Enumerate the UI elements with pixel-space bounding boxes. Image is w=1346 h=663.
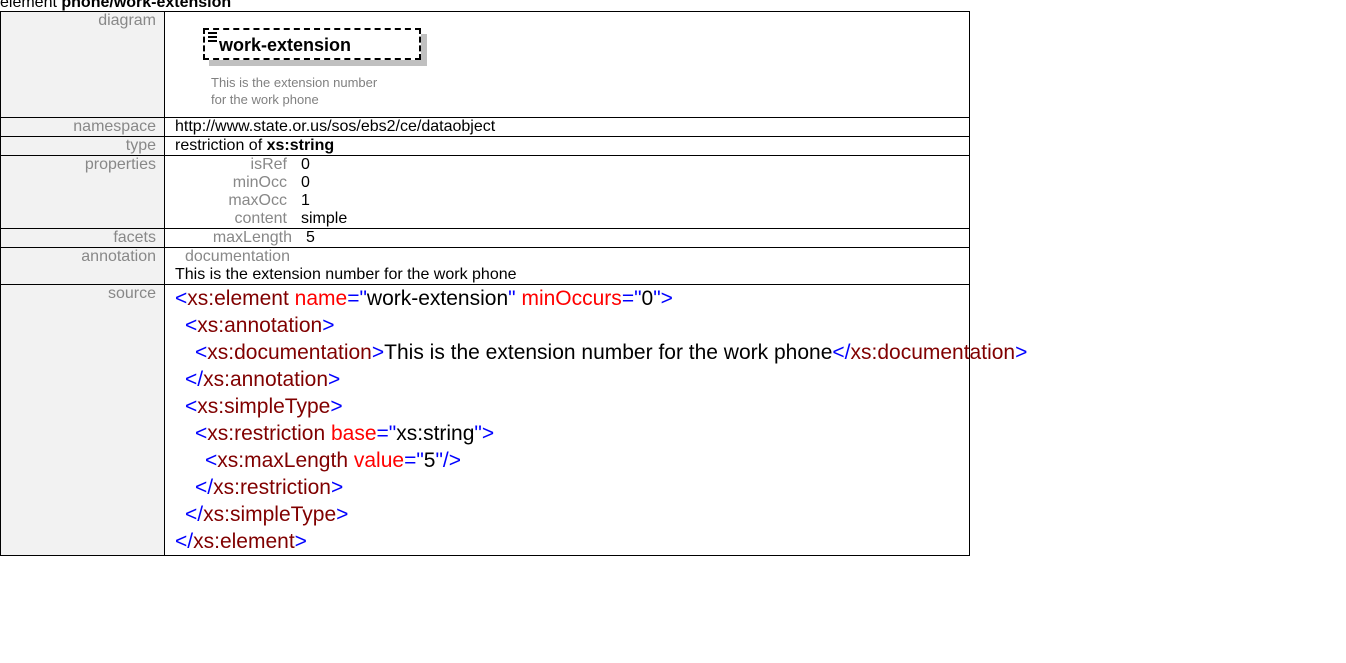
source-tag: xs:simpleType <box>197 395 331 418</box>
source-line: </xs:element> <box>175 530 307 553</box>
source-cell: <xs:element name="work-extension" minOcc… <box>164 284 1028 556</box>
property-value: simple <box>301 210 348 227</box>
title-element-name: phone/work-extension <box>61 0 232 11</box>
source-attr-value: 5 <box>423 449 436 472</box>
source-line: </xs:annotation> <box>185 368 341 391</box>
type-label: type <box>0 136 165 156</box>
source-line: <xs:simpleType> <box>185 395 343 418</box>
diagram-doc-line: This is the extension number <box>211 75 378 90</box>
source-code: <xs:element name="work-extension" minOcc… <box>175 285 1028 555</box>
source-tag: xs:simpleType <box>203 503 337 526</box>
facets-list: maxLength 5 <box>175 229 315 247</box>
property-key: content <box>234 210 287 227</box>
source-line: <xs:element name="work-extension" minOcc… <box>175 287 673 310</box>
facet-value: 5 <box>306 229 315 246</box>
source-tag: xs:annotation <box>203 368 329 391</box>
properties-list: isRef 0 minOcc 0 maxOcc 1 content simple <box>175 156 347 228</box>
facet-row: maxLength 5 <box>175 229 315 247</box>
type-base[interactable]: xs:string <box>267 137 335 154</box>
property-row: minOcc 0 <box>175 174 347 192</box>
element-doc-table: diagram work-extension This is the exten… <box>0 11 1028 556</box>
source-tag: xs:element <box>193 530 295 553</box>
annotation-row: annotation documentation This is the ext… <box>0 247 970 285</box>
type-value: restriction of xs:string <box>164 136 970 156</box>
source-label: source <box>0 284 165 556</box>
namespace-row: namespace http://www.state.or.us/sos/ebs… <box>0 117 970 137</box>
diagram-cell: work-extension This is the extension num… <box>164 11 970 118</box>
facets-row: facets maxLength 5 <box>0 228 970 248</box>
facet-key: maxLength <box>212 229 292 246</box>
property-value: 0 <box>301 156 310 173</box>
source-tag: xs:documentation <box>207 341 372 364</box>
source-attr-name: value <box>353 449 405 472</box>
diagram-documentation: This is the extension number for the wor… <box>211 74 471 108</box>
property-key: maxOcc <box>228 192 287 209</box>
namespace-value: http://www.state.or.us/sos/ebs2/ce/datao… <box>164 117 970 137</box>
source-line: <xs:documentation>This is the extension … <box>195 341 1028 364</box>
property-row: maxOcc 1 <box>175 192 347 210</box>
documentation-icon <box>208 32 217 42</box>
property-value: 1 <box>301 192 310 209</box>
source-attr-name: name <box>294 287 348 310</box>
source-line: </xs:simpleType> <box>185 503 349 526</box>
diagram-row: diagram work-extension This is the exten… <box>0 11 970 118</box>
source-row: source <xs:element name="work-extension"… <box>0 284 1028 556</box>
properties-label: properties <box>0 155 165 229</box>
source-tag: xs:restriction <box>207 422 326 445</box>
source-line: <xs:restriction base="xs:string"> <box>195 422 495 445</box>
property-row: isRef 0 <box>175 156 347 174</box>
source-attr-value: xs:string <box>396 422 475 445</box>
source-attr-value: work-extension <box>366 287 509 310</box>
namespace-label: namespace <box>0 117 165 137</box>
source-tag: xs:documentation <box>850 341 1016 364</box>
source-attr-name: minOccurs <box>521 287 622 310</box>
type-prefix: restriction of <box>175 137 263 154</box>
facets-cell: maxLength 5 <box>164 228 970 248</box>
source-tag: xs:maxLength <box>217 449 349 472</box>
source-line: </xs:restriction> <box>195 476 344 499</box>
diagram-doc-line: for the work phone <box>211 92 319 107</box>
property-key: minOcc <box>232 174 287 191</box>
annotation-text: This is the extension number for the wor… <box>175 266 517 283</box>
property-row: content simple <box>175 210 348 228</box>
title-prefix: element <box>0 0 57 11</box>
source-attr-value: 0 <box>641 287 654 310</box>
element-box-name: work-extension <box>219 35 352 55</box>
element-box[interactable]: work-extension <box>203 28 421 60</box>
annotation-sub-label: documentation <box>185 248 290 265</box>
source-attr-name: base <box>330 422 377 445</box>
source-line: <xs:maxLength value="5"/> <box>205 449 462 472</box>
properties-row: properties isRef 0 minOcc 0 maxOcc 1 con… <box>0 155 970 229</box>
type-row: type restriction of xs:string <box>0 136 970 156</box>
source-tag: xs:annotation <box>197 314 323 337</box>
source-tag: xs:element <box>187 287 289 310</box>
facets-label: facets <box>0 228 165 248</box>
source-text: This is the extension number for the wor… <box>384 341 833 364</box>
property-value: 0 <box>301 174 310 191</box>
schema-diagram: work-extension This is the extension num… <box>175 12 969 116</box>
property-key: isRef <box>250 156 287 173</box>
properties-cell: isRef 0 minOcc 0 maxOcc 1 content simple <box>164 155 970 229</box>
diagram-label: diagram <box>0 11 165 118</box>
source-line: <xs:annotation> <box>185 314 335 337</box>
annotation-label: annotation <box>0 247 165 285</box>
source-tag: xs:restriction <box>213 476 331 499</box>
annotation-cell: documentation This is the extension numb… <box>164 247 970 285</box>
